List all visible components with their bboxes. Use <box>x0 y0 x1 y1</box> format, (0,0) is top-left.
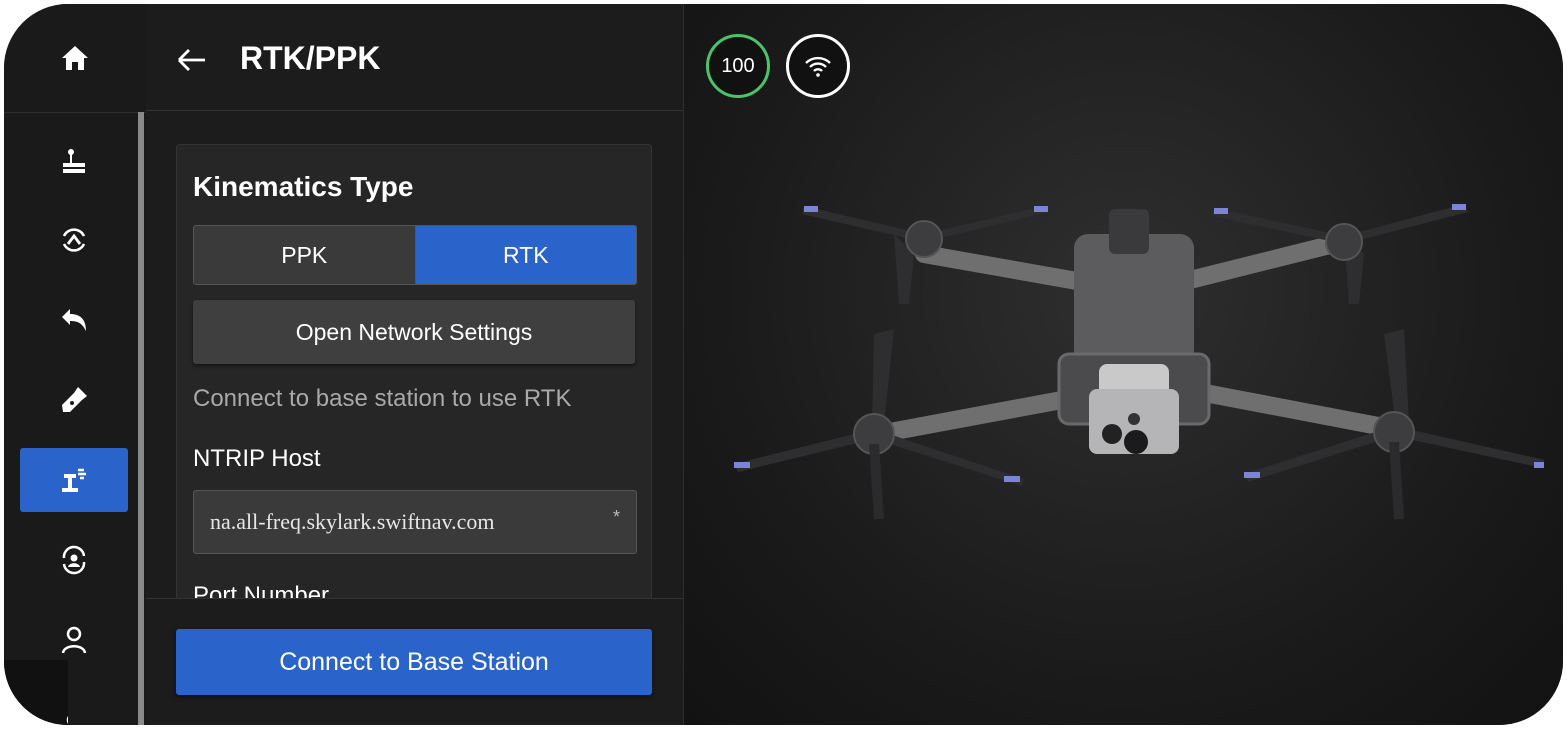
nav-item-return[interactable] <box>20 288 128 352</box>
connect-base-station-button[interactable]: Connect to Base Station <box>176 629 652 695</box>
nav-item-controls[interactable] <box>20 128 128 192</box>
rtk-option[interactable]: RTK <box>414 226 636 284</box>
nav-item-rtk[interactable] <box>20 448 128 512</box>
wifi-badge[interactable] <box>786 34 850 98</box>
panel-footer: Connect to Base Station <box>146 598 683 725</box>
return-icon <box>62 309 86 331</box>
arrow-left-icon <box>178 49 205 71</box>
rail-scrollbar[interactable] <box>138 112 144 725</box>
open-network-settings-button[interactable]: Open Network Settings <box>193 300 635 364</box>
nav-item-orientation[interactable] <box>20 208 128 272</box>
rtk-antenna-icon <box>62 468 86 492</box>
home-icon <box>62 46 88 70</box>
user-icon <box>61 626 87 654</box>
nav-rail <box>4 4 147 725</box>
user-sync-icon <box>62 545 86 575</box>
device-frame: RTK/PPK Kinematics Type PPK RTK Open Net… <box>4 4 1563 725</box>
back-button[interactable] <box>174 42 210 78</box>
required-mark: * <box>612 507 620 527</box>
wifi-icon <box>805 56 831 77</box>
ntrip-host-input[interactable]: na.all-freq.skylark.swiftnav.com * <box>193 490 637 554</box>
page-title: RTK/PPK <box>240 40 381 76</box>
nav-item-light[interactable] <box>20 368 128 432</box>
panel-header: RTK/PPK <box>146 4 683 111</box>
compass-up-icon <box>62 228 86 252</box>
ntrip-host-label: NTRIP Host <box>193 445 321 472</box>
home-button[interactable] <box>4 4 146 113</box>
kinematics-card: Kinematics Type PPK RTK Open Network Set… <box>176 144 652 606</box>
drone-image <box>734 204 1544 520</box>
battery-badge[interactable]: 100 <box>706 34 770 98</box>
camera-view: 100 <box>684 4 1563 725</box>
rtk-hint: Connect to base station to use RTK <box>193 385 572 412</box>
ppk-option[interactable]: PPK <box>194 226 415 284</box>
rtk-panel: RTK/PPK Kinematics Type PPK RTK Open Net… <box>146 4 684 725</box>
flashlight-icon <box>62 387 87 412</box>
nav-item-user-sync[interactable] <box>20 528 128 592</box>
rail-corner <box>4 660 82 725</box>
kinematics-segmented-control: PPK RTK <box>193 225 637 285</box>
settings-icon <box>66 712 82 725</box>
joystick-icon <box>63 149 85 173</box>
kinematics-title: Kinematics Type <box>193 171 414 202</box>
ntrip-host-value: na.all-freq.skylark.swiftnav.com <box>210 509 495 534</box>
